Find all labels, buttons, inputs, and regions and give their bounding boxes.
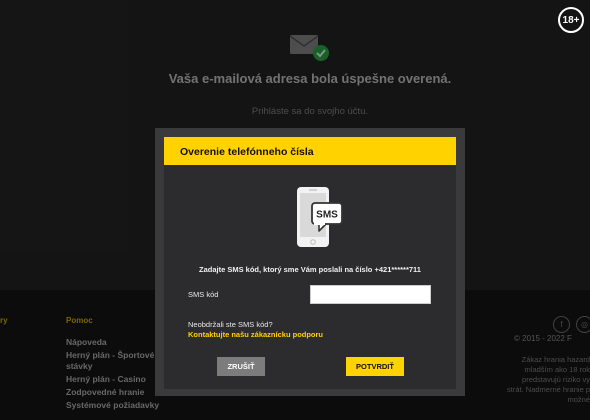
not-received-text: Neobdržali ste SMS kód? bbox=[188, 320, 273, 329]
dialog-header: Overenie telefónneho čísla bbox=[164, 137, 456, 165]
cancel-button[interactable]: ZRUŠIŤ bbox=[217, 357, 265, 376]
sms-code-input[interactable] bbox=[310, 285, 431, 304]
phone-verification-dialog: Overenie telefónneho čísla SMS Zadajte S… bbox=[155, 128, 465, 396]
sms-phone-icon: SMS bbox=[297, 187, 343, 247]
dialog-body: SMS Zadajte SMS kód, ktorý sme Vám posla… bbox=[164, 165, 456, 389]
sms-code-label: SMS kód bbox=[188, 290, 219, 299]
dialog-title: Overenie telefónneho čísla bbox=[180, 146, 314, 158]
age-18-badge: 18+ bbox=[558, 7, 584, 33]
sms-instruction: Zadajte SMS kód, ktorý sme Vám poslali n… bbox=[199, 265, 421, 274]
sms-icon-text: SMS bbox=[316, 210, 338, 221]
contact-support-link[interactable]: Kontaktujte našu zákaznícku podporu bbox=[188, 330, 323, 339]
confirm-button[interactable]: POTVRDIŤ bbox=[346, 357, 404, 376]
